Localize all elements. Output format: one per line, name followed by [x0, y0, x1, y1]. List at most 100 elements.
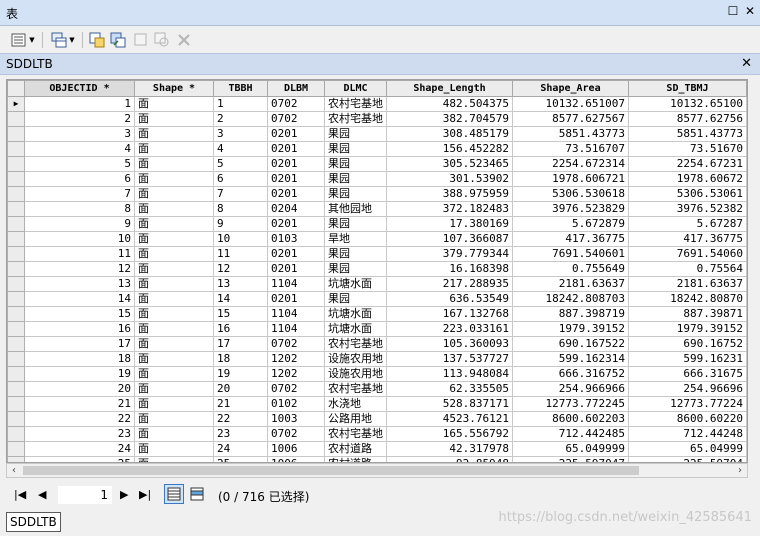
close-tab-icon[interactable]: ✕ [741, 56, 752, 71]
shape-cell[interactable]: 面 [134, 396, 214, 412]
sd-tbmj-cell[interactable]: 7691.54060 [628, 246, 747, 262]
shape-area-cell[interactable]: 712.442485 [512, 426, 629, 442]
objectid-cell[interactable]: 13 [24, 276, 135, 292]
shape-length-cell[interactable]: 305.523465 [386, 156, 513, 172]
tbbh-cell[interactable]: 7 [213, 186, 268, 202]
shape-length-cell[interactable]: 107.366087 [386, 231, 513, 247]
table-row[interactable]: 15 面 15 1104 坑塘水面 167.132768 887.398719 887.398… [7, 306, 747, 322]
row-selector[interactable] [7, 201, 25, 217]
dlbm-cell[interactable]: 1104 [267, 276, 325, 292]
dlmc-cell[interactable]: 公路用地 [324, 411, 387, 427]
tbbh-cell[interactable]: 20 [213, 381, 268, 397]
dlmc-cell[interactable]: 坑塘水面 [324, 306, 387, 322]
objectid-cell[interactable]: 20 [24, 381, 135, 397]
objectid-cell[interactable]: 16 [24, 321, 135, 337]
current-record-input[interactable]: 1 [58, 486, 112, 504]
sd-tbmj-cell[interactable]: 666.31675 [628, 366, 747, 382]
tbbh-cell[interactable]: 17 [213, 336, 268, 352]
row-selector[interactable] [7, 381, 25, 397]
column-header-shape[interactable]: Shape * [134, 80, 214, 97]
objectid-cell[interactable]: 24 [24, 441, 135, 457]
shape-area-cell[interactable]: 10132.651007 [512, 96, 629, 112]
tbbh-cell[interactable]: 1 [213, 96, 268, 112]
tbbh-cell[interactable]: 5 [213, 156, 268, 172]
sd-tbmj-cell[interactable]: 5306.53061 [628, 186, 747, 202]
table-row[interactable]: 5 面 5 0201 果园 305.523465 2254.672314 2254.67231 [7, 156, 747, 172]
row-selector[interactable] [7, 321, 25, 337]
table-row[interactable]: 10 面 10 0103 旱地 107.366087 417.36775 417.36775 [7, 231, 747, 247]
dlmc-cell[interactable]: 农村宅基地 [324, 426, 387, 442]
row-selector[interactable] [7, 246, 25, 262]
objectid-cell[interactable]: 1 [24, 96, 135, 112]
shape-length-cell[interactable]: 308.485179 [386, 126, 513, 142]
dlbm-cell[interactable]: 0103 [267, 231, 325, 247]
dlmc-cell[interactable]: 农村道路 [324, 441, 387, 457]
objectid-cell[interactable]: 12 [24, 261, 135, 277]
dlmc-cell[interactable]: 农村宅基地 [324, 111, 387, 127]
objectid-cell[interactable]: 11 [24, 246, 135, 262]
dlmc-cell[interactable]: 农村宅基地 [324, 96, 387, 112]
shape-cell[interactable]: 面 [134, 426, 214, 442]
shape-cell[interactable]: 面 [134, 366, 214, 382]
shape-area-cell[interactable]: 3976.523829 [512, 201, 629, 217]
row-selector[interactable] [7, 231, 25, 247]
objectid-cell[interactable]: 2 [24, 111, 135, 127]
objectid-cell[interactable]: 22 [24, 411, 135, 427]
shape-cell[interactable]: 面 [134, 336, 214, 352]
sd-tbmj-cell[interactable]: 0.75564 [628, 261, 747, 277]
row-selector[interactable] [7, 396, 25, 412]
sd-tbmj-cell[interactable]: 417.36775 [628, 231, 747, 247]
shape-area-cell[interactable]: 8577.627567 [512, 111, 629, 127]
shape-area-cell[interactable]: 18242.808703 [512, 291, 629, 307]
table-row[interactable]: 20 面 20 0702 农村宅基地 62.335505 254.966966 254.966… [7, 381, 747, 397]
tbbh-cell[interactable]: 24 [213, 441, 268, 457]
shape-cell[interactable]: 面 [134, 291, 214, 307]
dlmc-cell[interactable]: 果园 [324, 291, 387, 307]
shape-cell[interactable]: 面 [134, 261, 214, 277]
dlbm-cell[interactable]: 0201 [267, 171, 325, 187]
sd-tbmj-cell[interactable]: 2254.67231 [628, 156, 747, 172]
shape-cell[interactable]: 面 [134, 381, 214, 397]
row-selector[interactable] [7, 126, 25, 142]
column-header-tbbh[interactable]: TBBH [213, 80, 268, 97]
related-tables-button[interactable]: ▼ [48, 31, 78, 49]
shape-length-cell[interactable]: 482.504375 [386, 96, 513, 112]
shape-length-cell[interactable]: 528.837171 [386, 396, 513, 412]
shape-area-cell[interactable]: 599.162314 [512, 351, 629, 367]
table-row[interactable]: 8 面 8 0204 其他园地 372.182483 3976.523829 3976.523… [7, 201, 747, 217]
tbbh-cell[interactable]: 22 [213, 411, 268, 427]
shape-area-cell[interactable]: 7691.540601 [512, 246, 629, 262]
column-header-shape-length[interactable]: Shape_Length [386, 80, 513, 97]
objectid-cell[interactable]: 3 [24, 126, 135, 142]
shape-area-cell[interactable]: 65.049999 [512, 441, 629, 457]
dlmc-cell[interactable]: 果园 [324, 186, 387, 202]
row-selector[interactable] [7, 351, 25, 367]
dlbm-cell[interactable]: 0201 [267, 156, 325, 172]
table-row[interactable]: ▶ 1 面 1 0702 农村宅基地 482.504375 10132.651007 10132… [7, 96, 747, 112]
dlmc-cell[interactable]: 坑塘水面 [324, 276, 387, 292]
tbbh-cell[interactable]: 9 [213, 216, 268, 232]
dlbm-cell[interactable]: 0201 [267, 291, 325, 307]
shape-area-cell[interactable]: 417.36775 [512, 231, 629, 247]
dlbm-cell[interactable]: 1104 [267, 306, 325, 322]
shape-length-cell[interactable]: 165.556792 [386, 426, 513, 442]
column-header-sd-tbmj[interactable]: SD_TBMJ [628, 80, 747, 97]
shape-cell[interactable]: 面 [134, 306, 214, 322]
sd-tbmj-cell[interactable]: 65.04999 [628, 441, 747, 457]
tbbh-cell[interactable]: 23 [213, 426, 268, 442]
tbbh-cell[interactable]: 13 [213, 276, 268, 292]
shape-length-cell[interactable]: 4523.76121 [386, 411, 513, 427]
table-row[interactable]: 13 面 13 1104 坑塘水面 217.288935 2181.63637 2181.63… [7, 276, 747, 292]
shape-length-cell[interactable]: 113.948084 [386, 366, 513, 382]
shape-area-cell[interactable]: 8600.602203 [512, 411, 629, 427]
clear-selection-button[interactable] [132, 31, 150, 49]
dlbm-cell[interactable]: 0201 [267, 216, 325, 232]
dlbm-cell[interactable]: 0702 [267, 111, 325, 127]
shape-area-cell[interactable]: 5.672879 [512, 216, 629, 232]
dlbm-cell[interactable]: 0702 [267, 381, 325, 397]
dlbm-cell[interactable]: 0702 [267, 96, 325, 112]
switch-selection-button[interactable] [109, 31, 127, 49]
shape-cell[interactable]: 面 [134, 96, 214, 112]
shape-length-cell[interactable]: 372.182483 [386, 201, 513, 217]
shape-area-cell[interactable]: 254.966966 [512, 381, 629, 397]
